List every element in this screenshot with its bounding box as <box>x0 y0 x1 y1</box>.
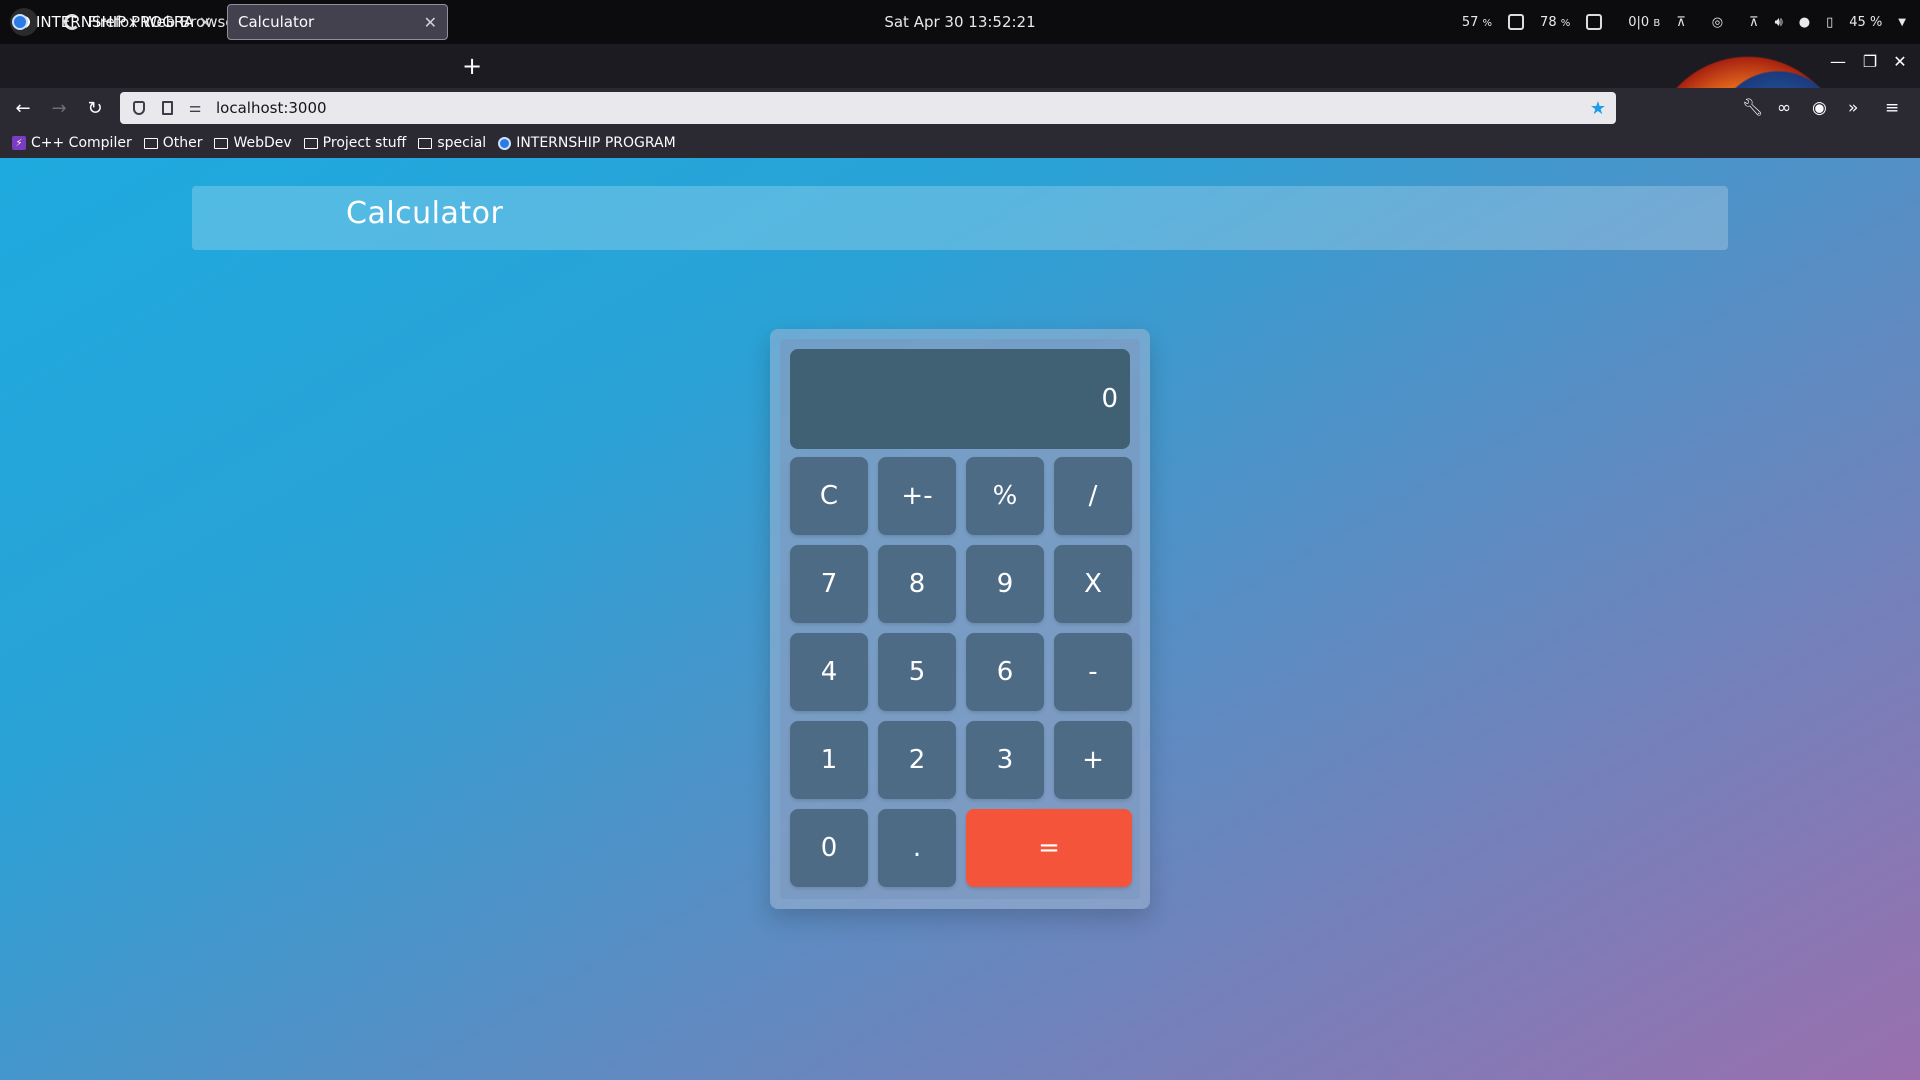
navigation-toolbar: ← → ↻ ⚌ localhost:3000 ★ <box>0 88 1920 128</box>
divide-button[interactable]: / <box>1054 457 1132 535</box>
sign-toggle-button[interactable]: +- <box>878 457 956 535</box>
system-tray: 57 % 78 % 0|0 B ⊼ ◎ ⊼ 🔊︎ ● ▯ 45 % ▼ <box>1462 0 1906 44</box>
cpu-usage: 57 % <box>1461 14 1493 30</box>
bookmark-label: C++ Compiler <box>31 135 132 151</box>
multiply-button[interactable]: X <box>1054 545 1132 623</box>
wrench-icon[interactable]: 🔧︎ <box>1742 98 1764 118</box>
minimize-button[interactable]: — <box>1826 52 1850 71</box>
bolt-icon: ⚡︎ <box>12 136 26 150</box>
equals-button[interactable]: = <box>966 809 1132 887</box>
digit-5-button[interactable]: 5 <box>878 633 956 711</box>
microphone-icon[interactable]: ● <box>1799 15 1810 30</box>
digit-6-button[interactable]: 6 <box>966 633 1044 711</box>
site-favicon <box>12 14 28 30</box>
battery-icon[interactable]: ▯ <box>1826 15 1833 30</box>
tracking-shield-icon[interactable] <box>130 99 148 117</box>
digit-3-button[interactable]: 3 <box>966 721 1044 799</box>
folder-icon <box>303 137 318 149</box>
reload-button[interactable]: ↻ <box>83 96 107 120</box>
memory-usage: 78 % <box>1540 14 1571 30</box>
bookmark-label: Other <box>162 135 203 151</box>
clock[interactable]: Sat Apr 30 13:52:21 <box>884 13 1035 31</box>
bookmark-star-icon[interactable]: ★ <box>1590 98 1606 119</box>
digit-7-button[interactable]: 7 <box>790 545 868 623</box>
volume-icon[interactable]: 🔊︎ <box>1775 15 1783 30</box>
restore-button[interactable]: ❐ <box>1858 52 1882 71</box>
url-text[interactable]: localhost:3000 <box>216 99 1590 117</box>
tab-title: INTERNSHIP PROGRAM <box>36 13 193 31</box>
network-tree-icon[interactable]: ⊼ <box>1676 15 1686 30</box>
page-viewport: Calculator 0 C +- % / 7 8 9 X 4 5 6 - 1 … <box>0 158 1920 1080</box>
tab-title: Calculator <box>238 13 315 31</box>
minus-button[interactable]: - <box>1054 633 1132 711</box>
page-title: Calculator <box>346 196 504 231</box>
private-mask-icon[interactable]: ∞ <box>1777 98 1791 118</box>
bookmark-folder-webdev[interactable]: WebDev <box>214 135 292 151</box>
update-icon[interactable]: ◎ <box>1712 15 1723 30</box>
close-window-button[interactable]: ✕ <box>1888 52 1912 71</box>
folder-icon <box>214 137 229 149</box>
percent-button[interactable]: % <box>966 457 1044 535</box>
overflow-chevron-icon[interactable]: » <box>1848 98 1858 118</box>
bookmark-folder-special[interactable]: special <box>418 135 486 151</box>
digit-4-button[interactable]: 4 <box>790 633 868 711</box>
plus-button[interactable]: + <box>1054 721 1132 799</box>
bookmark-cpp-compiler[interactable]: ⚡︎ C++ Compiler <box>12 135 132 151</box>
bookmark-label: Project stuff <box>322 135 407 151</box>
calculator: 0 C +- % / 7 8 9 X 4 5 6 - 1 2 3 + 0 . = <box>770 329 1150 909</box>
permissions-icon[interactable]: ⚌ <box>186 99 204 117</box>
page-info-icon[interactable] <box>158 99 176 117</box>
calculator-display: 0 <box>790 349 1130 449</box>
digit-8-button[interactable]: 8 <box>878 545 956 623</box>
new-tab-button[interactable]: + <box>458 52 486 80</box>
tab-internship-program[interactable]: INTERNSHIP PROGRAM ✕ <box>2 4 222 40</box>
tab-bar <box>0 44 1920 88</box>
bookmark-label: INTERNSHIP PROGRAM <box>516 135 676 151</box>
back-button[interactable]: ← <box>11 96 35 120</box>
account-icon[interactable]: ◉ <box>1812 98 1827 118</box>
memory-icon <box>1586 14 1603 30</box>
bookmarks-toolbar: ⚡︎ C++ Compiler Other WebDev Project stu… <box>0 128 1920 158</box>
site-favicon <box>498 136 512 150</box>
bookmark-internship-program[interactable]: INTERNSHIP PROGRAM <box>498 135 676 151</box>
decimal-button[interactable]: . <box>878 809 956 887</box>
folder-icon <box>143 137 158 149</box>
network-icon[interactable]: ⊼ <box>1749 15 1759 30</box>
bookmark-folder-project-stuff[interactable]: Project stuff <box>303 135 407 151</box>
chevron-down-icon[interactable]: ▼ <box>1898 17 1906 28</box>
page-header: Calculator <box>192 186 1728 250</box>
battery-level: 45 % <box>1849 14 1883 30</box>
close-tab-icon[interactable]: ✕ <box>199 13 212 32</box>
bookmark-label: special <box>437 135 487 151</box>
folder-icon <box>418 137 433 149</box>
cpu-icon <box>1508 14 1525 30</box>
digit-1-button[interactable]: 1 <box>790 721 868 799</box>
net-speed: 0|0 B <box>1628 14 1661 30</box>
digit-0-button[interactable]: 0 <box>790 809 868 887</box>
close-tab-icon[interactable]: ✕ <box>424 13 437 32</box>
bookmark-folder-other[interactable]: Other <box>143 135 203 151</box>
digit-2-button[interactable]: 2 <box>878 721 956 799</box>
hamburger-menu-icon[interactable]: ≡ <box>1885 98 1899 118</box>
digit-9-button[interactable]: 9 <box>966 545 1044 623</box>
clear-button[interactable]: C <box>790 457 868 535</box>
url-bar[interactable]: ⚌ localhost:3000 ★ <box>120 92 1616 124</box>
tab-calculator[interactable]: Calculator ✕ <box>227 4 448 40</box>
calculator-body: 0 C +- % / 7 8 9 X 4 5 6 - 1 2 3 + 0 . = <box>780 339 1140 899</box>
forward-button[interactable]: → <box>47 96 71 120</box>
bookmark-label: WebDev <box>233 135 292 151</box>
